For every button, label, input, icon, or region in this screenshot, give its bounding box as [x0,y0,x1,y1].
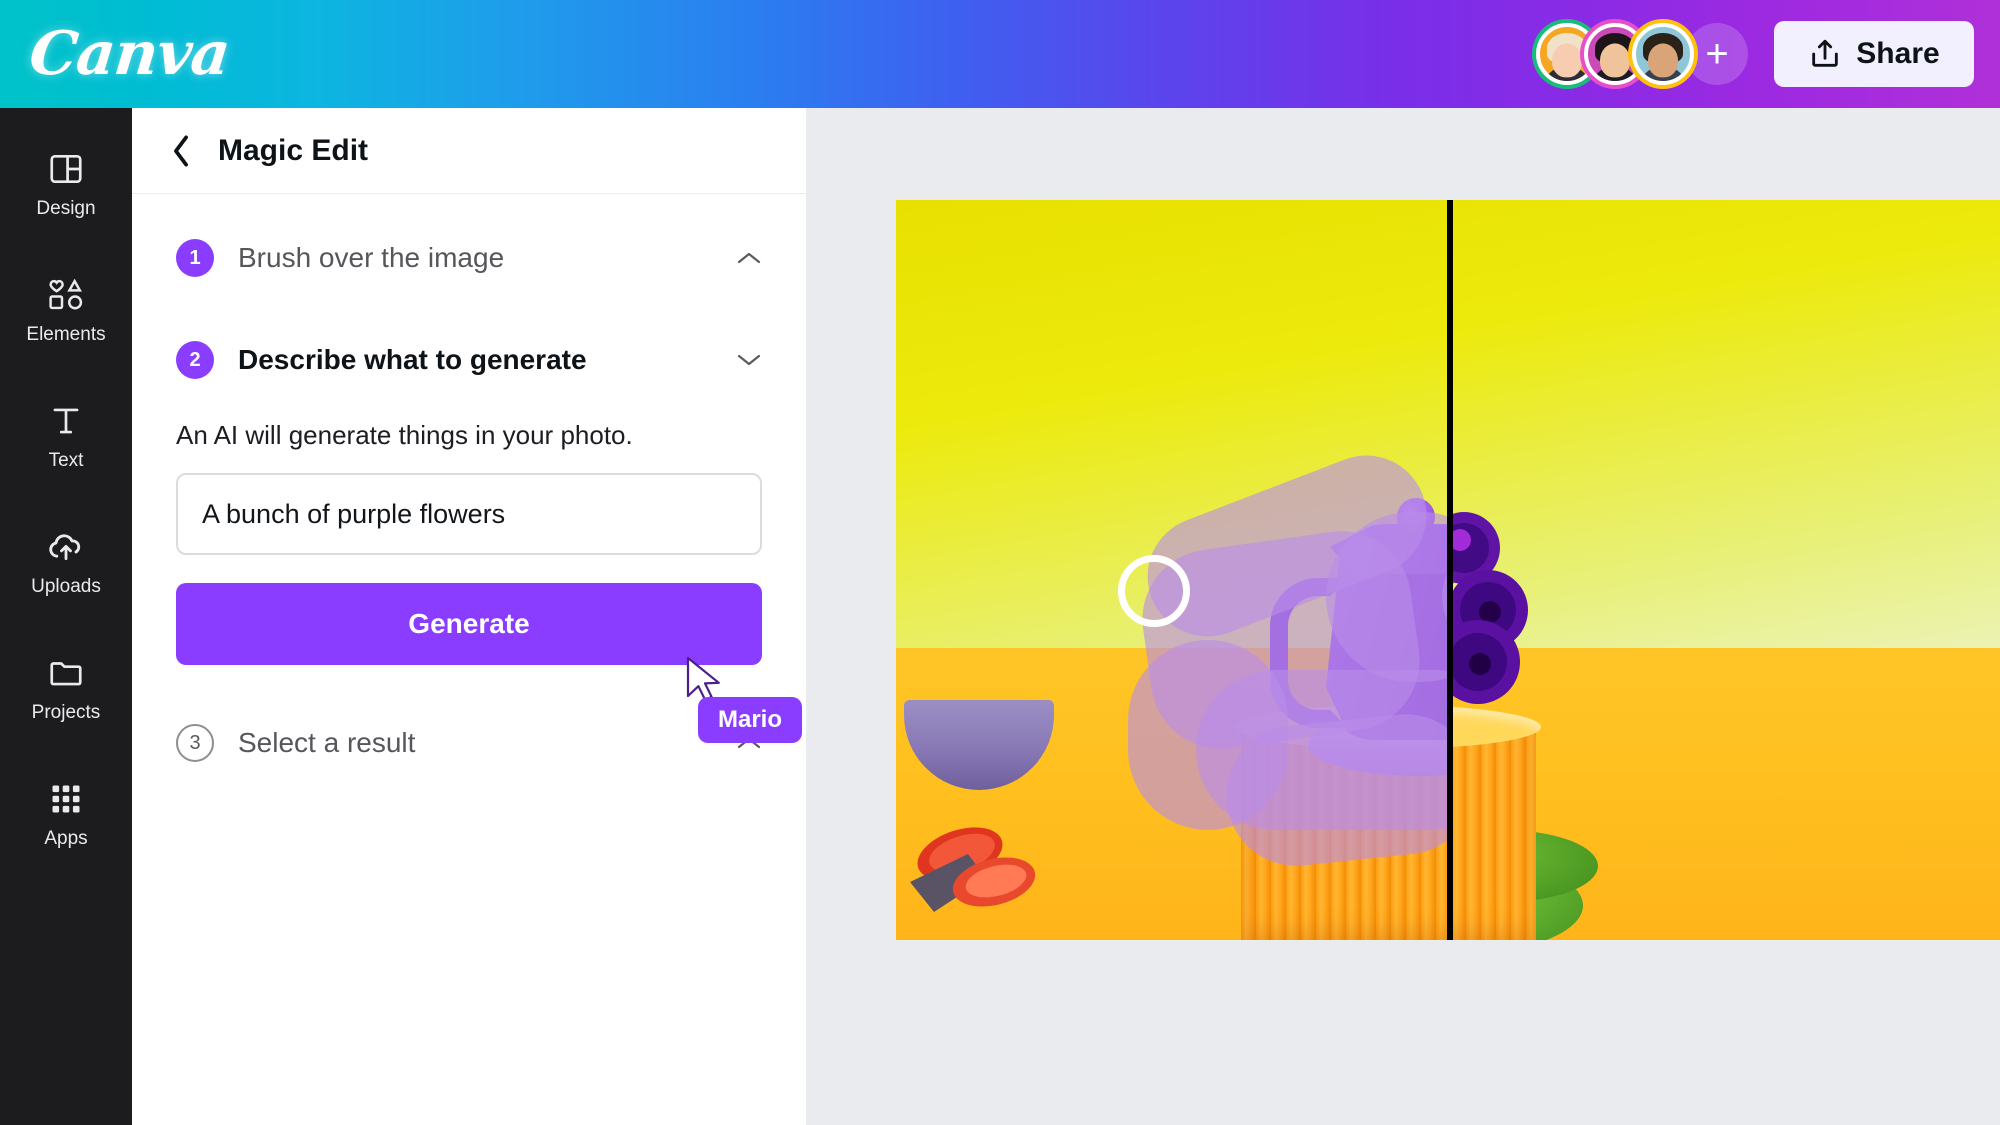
design-layout-icon [45,148,87,190]
shapes-icon [45,274,87,316]
text-t-icon [45,400,87,442]
chevron-down-icon[interactable] [736,352,762,368]
original-with-brush-mask[interactable] [896,200,1447,940]
step-label: Select a result [238,727,416,758]
chevron-up-icon[interactable] [736,735,762,751]
magic-edit-panel: Magic Edit 1 Brush over the image 2 Desc… [132,108,806,1125]
folder-icon [45,652,87,694]
sidebar-item-text[interactable]: Text [7,384,125,488]
avatar-face [1600,43,1630,78]
sidebar-item-label: Design [36,198,96,219]
scene-original [896,200,1447,940]
flower-svg [1452,512,1528,704]
describe-help-text: An AI will generate things in your photo… [176,420,633,450]
top-bar: Canva + Share [0,0,2000,108]
orange-ribbed-pot [1452,720,1536,940]
step-number-badge: 2 [176,341,214,379]
purple-teapot [1264,470,1447,776]
canvas-area[interactable] [806,108,2000,1125]
add-collaborator-button[interactable]: + [1686,23,1748,85]
step-select-a-result[interactable]: 3 Select a result [176,705,762,781]
teapot-body [1326,552,1447,740]
chevron-left-icon[interactable] [170,134,192,168]
grid-apps-icon [45,778,87,820]
collaborator-avatars: + [1536,23,1748,85]
step-brush-over-image[interactable]: 1 Brush over the image [176,220,762,296]
cloud-upload-icon [45,526,87,568]
scene-generated [1452,200,2000,940]
avatar-face [1552,43,1582,78]
compare-divider[interactable] [1447,200,1453,940]
avatar[interactable] [1632,23,1694,85]
teapot-knob [1397,498,1435,536]
step-describe-what-to-generate[interactable]: 2 Describe what to generate [176,322,762,398]
share-button-label: Share [1856,37,1940,70]
red-spoon-pair [908,820,1056,916]
top-bar-right: + Share [1536,21,1974,87]
step-number-badge: 1 [176,239,214,277]
purple-flowers-arrangement [1452,450,1556,750]
sidebar-item-label: Projects [31,702,101,723]
sidebar-item-uploads[interactable]: Uploads [7,510,125,614]
page-title: Magic Edit [218,133,369,167]
steps-list: 1 Brush over the image 2 Describe what t… [132,194,806,665]
upload-icon [1812,39,1839,67]
generate-button-label: Generate [408,608,530,639]
plus-icon: + [1705,32,1729,76]
canva-editor: Canva + Share Design Elements Text Uploa… [0,0,2000,1125]
step-label: Brush over the image [238,242,505,273]
sidebar-item-label: Elements [26,324,106,345]
chevron-up-icon[interactable] [736,250,762,266]
step-label: Describe what to generate [238,344,587,375]
sidebar-item-label: Uploads [31,576,101,597]
generated-result-preview[interactable] [1452,200,2000,940]
describe-step-body: An AI will generate things in your photo… [176,398,762,665]
sidebar-item-apps[interactable]: Apps [7,762,125,866]
sidebar-item-label: Text [48,450,84,471]
step-number-badge: 3 [176,724,214,762]
canva-logo[interactable]: Canva [26,19,232,89]
prompt-input[interactable] [176,473,762,555]
image-compare-view[interactable] [896,200,2000,940]
sidebar-item-design[interactable]: Design [7,132,125,236]
sidebar-item-label: Apps [44,828,88,849]
left-rail: Design Elements Text Uploads Projects Ap… [0,108,132,1125]
step-select-a-result-wrap: 3 Select a result [132,665,806,781]
share-button[interactable]: Share [1774,21,1974,87]
avatar-face [1648,43,1678,78]
sidebar-item-projects[interactable]: Projects [7,636,125,740]
generate-button[interactable]: Generate [176,583,762,665]
sidebar-item-elements[interactable]: Elements [7,258,125,362]
panel-header: Magic Edit [132,108,806,194]
